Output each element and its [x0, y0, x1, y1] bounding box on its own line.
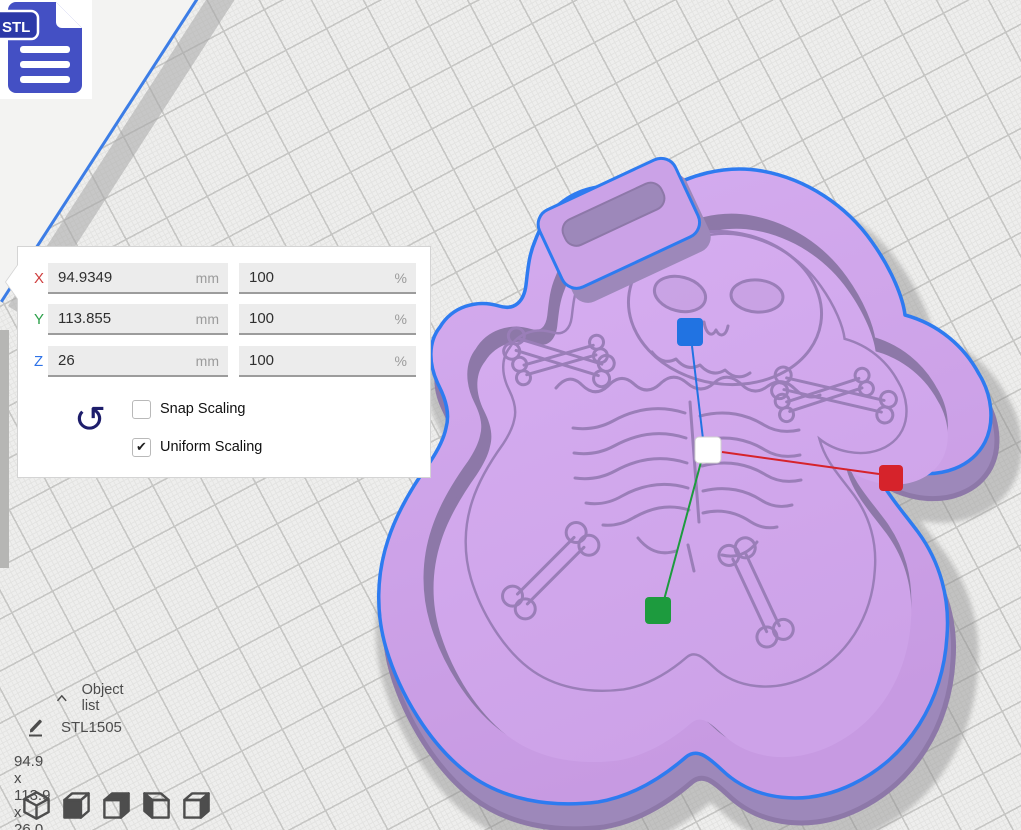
object-list-toggle[interactable]: Object list [56, 682, 128, 714]
y-percent-field: % [239, 304, 416, 335]
object-list-label: Object list [82, 682, 128, 714]
y-size-field: mm [48, 304, 228, 335]
snap-scaling-row: Snap Scaling [132, 399, 245, 419]
y-size-unit: mm [196, 311, 219, 327]
panel-pointer [6, 265, 18, 299]
object-list-item[interactable]: STL1505 [26, 716, 122, 738]
z-percent-input[interactable] [239, 346, 416, 375]
chevron-up-icon [56, 692, 68, 704]
snap-scaling-checkbox[interactable] [132, 400, 151, 419]
stl-badge-label: STL [2, 19, 30, 36]
snap-scaling-label: Snap Scaling [160, 401, 245, 417]
z-size-unit: mm [196, 353, 219, 369]
cube-right-face-icon [180, 790, 213, 821]
view-right-button[interactable] [180, 790, 213, 821]
scale-tool-panel: X mm % Y mm % Z mm [17, 246, 431, 478]
cube-wireframe-icon [20, 790, 53, 821]
view-3d-button[interactable] [20, 790, 53, 821]
y-percent-unit: % [395, 311, 407, 327]
document-fold [56, 2, 82, 28]
uniform-scaling-row: ✔ Uniform Scaling [132, 437, 262, 457]
x-size-field: mm [48, 263, 228, 294]
y-scale-handle[interactable] [645, 597, 671, 624]
pencil-icon [26, 716, 48, 738]
z-percent-field: % [239, 346, 416, 377]
center-scale-handle[interactable] [695, 437, 721, 463]
cube-front-face-icon [60, 790, 93, 821]
object-name: STL1505 [61, 719, 122, 736]
x-percent-input[interactable] [239, 263, 416, 292]
view-front-button[interactable] [60, 790, 93, 821]
reset-scale-button[interactable]: ↺ [67, 397, 113, 443]
x-scale-handle[interactable] [879, 465, 903, 491]
z-size-field: mm [48, 346, 228, 377]
view-left-button[interactable] [140, 790, 173, 821]
z-scale-handle[interactable] [677, 318, 703, 346]
stl-file-logo: STL [0, 0, 92, 99]
cube-top-face-icon [100, 790, 133, 821]
x-size-unit: mm [196, 270, 219, 286]
uniform-scaling-label: Uniform Scaling [160, 439, 262, 455]
z-percent-unit: % [395, 353, 407, 369]
uniform-scaling-checkbox[interactable]: ✔ [132, 438, 151, 457]
camera-view-toolbar [20, 790, 213, 821]
x-percent-field: % [239, 263, 416, 294]
x-percent-unit: % [395, 270, 407, 286]
y-percent-input[interactable] [239, 304, 416, 333]
cube-left-face-icon [140, 790, 173, 821]
view-top-button[interactable] [100, 790, 133, 821]
viewport: STL X mm % Y mm % [0, 0, 1021, 830]
